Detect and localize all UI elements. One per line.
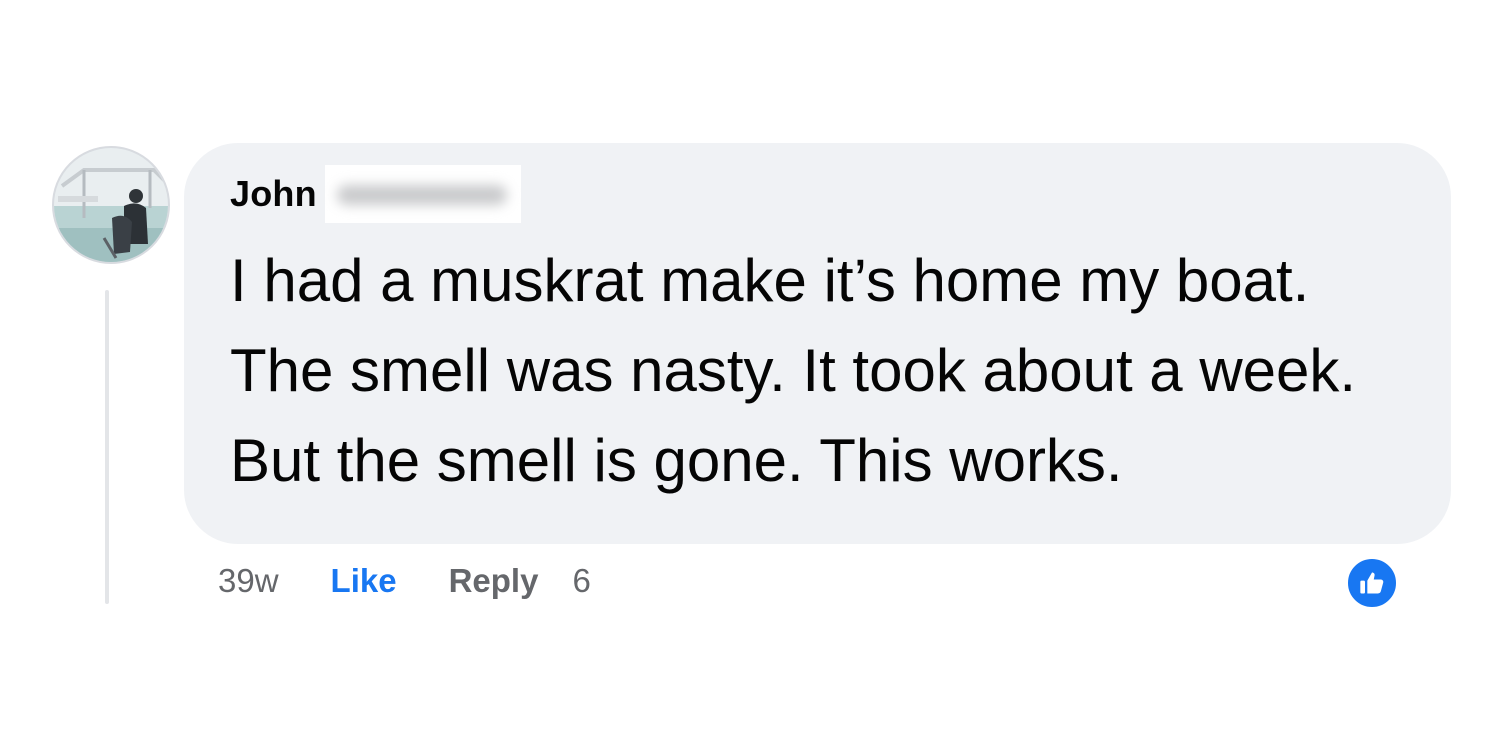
thumbs-up-glyph [1360, 572, 1384, 594]
avatar-photo [54, 148, 168, 262]
comment-actions: 39w Like Reply 6 [218, 556, 591, 606]
thumbs-up-icon[interactable] [1345, 556, 1399, 610]
comment-timestamp[interactable]: 39w [218, 562, 279, 600]
thread-line [105, 290, 109, 604]
redacted-surname [324, 165, 521, 223]
reaction-count[interactable]: 6 [572, 562, 590, 600]
author-name[interactable]: John [230, 173, 317, 215]
like-button[interactable]: Like [331, 562, 397, 600]
reply-button[interactable]: Reply [449, 562, 539, 600]
avatar[interactable] [52, 146, 170, 264]
comment-author[interactable]: John [230, 165, 521, 223]
comment-text: I had a muskrat make it’s home my boat. … [230, 247, 1357, 494]
